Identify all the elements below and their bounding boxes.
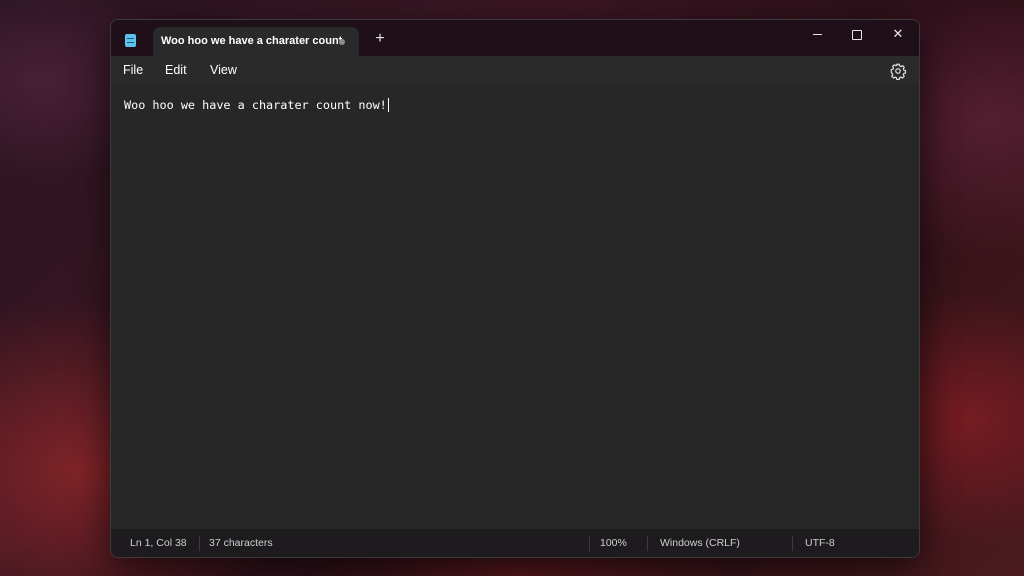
status-divider xyxy=(792,536,793,551)
minimize-icon xyxy=(812,34,822,36)
maximize-icon xyxy=(852,29,862,40)
text-caret xyxy=(387,98,389,112)
status-divider xyxy=(199,536,200,551)
notepad-window: Woo hoo we have a charater count + ✕ Fil… xyxy=(110,19,920,558)
menu-view[interactable]: View xyxy=(210,63,237,77)
status-divider xyxy=(647,536,648,551)
status-encoding[interactable]: UTF-8 xyxy=(805,537,835,549)
tab-current-document[interactable]: Woo hoo we have a charater count xyxy=(153,27,359,56)
status-bar: Ln 1, Col 38 37 characters 100% Windows … xyxy=(111,529,919,557)
status-zoom[interactable]: 100% xyxy=(600,537,627,549)
text-editor[interactable]: Woo hoo we have a charater count now! xyxy=(111,84,919,529)
editor-content-line[interactable]: Woo hoo we have a charater count now! xyxy=(124,98,389,112)
status-divider xyxy=(589,536,590,551)
tab-title: Woo hoo we have a charater count xyxy=(161,35,343,47)
close-icon: ✕ xyxy=(892,26,904,41)
status-cursor-position[interactable]: Ln 1, Col 38 xyxy=(130,537,187,549)
notepad-icon xyxy=(125,34,136,47)
gear-icon xyxy=(890,63,907,80)
maximize-button[interactable] xyxy=(837,22,877,46)
new-tab-button[interactable]: + xyxy=(371,30,389,48)
menu-file[interactable]: File xyxy=(123,63,143,77)
menu-edit[interactable]: Edit xyxy=(165,63,187,77)
settings-button[interactable] xyxy=(889,62,907,80)
close-button[interactable]: ✕ xyxy=(878,22,918,46)
minimize-button[interactable] xyxy=(797,22,837,46)
title-bar: Woo hoo we have a charater count + ✕ xyxy=(111,20,919,56)
status-line-ending[interactable]: Windows (CRLF) xyxy=(660,537,740,549)
editor-text: Woo hoo we have a charater count now! xyxy=(124,98,387,112)
unsaved-dot-icon[interactable] xyxy=(339,39,345,45)
menu-bar: File Edit View xyxy=(111,56,919,84)
status-character-count: 37 characters xyxy=(209,537,273,549)
